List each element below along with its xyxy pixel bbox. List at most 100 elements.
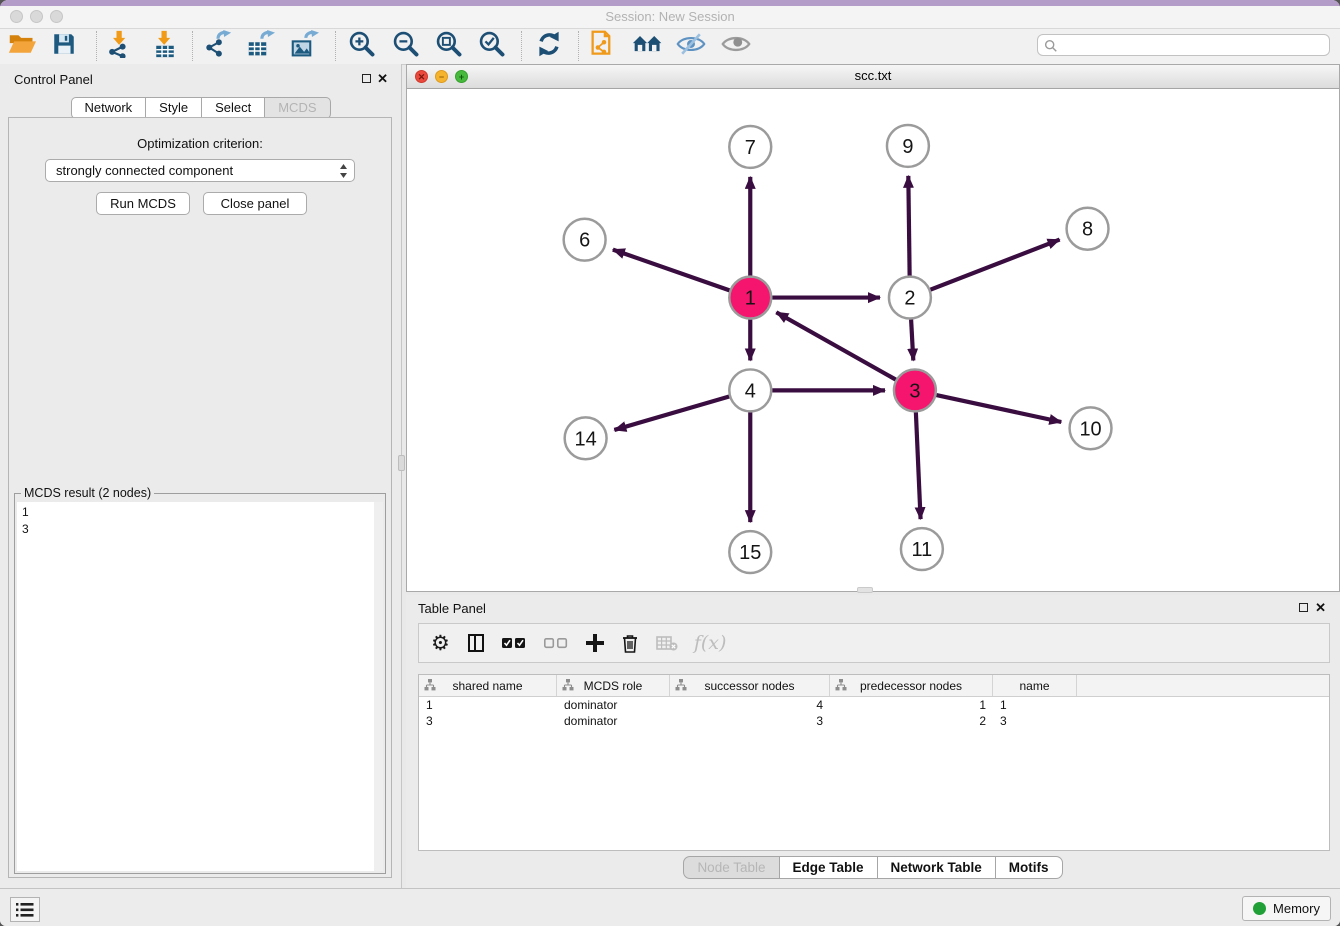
table-settings-gear-icon[interactable]: ⚙ [431,633,450,653]
export-table-icon [246,30,276,63]
tab-edge-table[interactable]: Edge Table [779,856,878,879]
graph-edge-2-8[interactable] [930,240,1059,290]
table-panel-float-icon[interactable] [1299,603,1308,612]
column-header-predecessor-nodes[interactable]: predecessor nodes [830,675,993,696]
search-input[interactable] [1062,36,1326,56]
table-cell: dominator [557,713,670,729]
houses-icon [632,32,664,61]
table-cell: 3 [993,713,1077,729]
panel-splitter-handle[interactable] [398,455,405,471]
table-panel-tabs: Node Table Edge Table Network Table Moti… [406,856,1340,879]
column-header-mcds-role[interactable]: MCDS role [557,675,670,696]
tab-mcds[interactable]: MCDS [264,97,330,119]
new-network-from-selection-button[interactable] [587,30,621,62]
graph-node-label: 4 [745,380,756,402]
control-panel-float-icon[interactable] [362,74,371,83]
mcds-result-textarea[interactable]: 1 3 [17,502,383,871]
create-column-plus-icon[interactable] [586,634,604,652]
tab-node-table[interactable]: Node Table [683,856,779,879]
tab-network-table[interactable]: Network Table [877,856,996,879]
toolbar-separator [96,31,97,61]
column-header-shared-name[interactable]: shared name [419,675,557,696]
table-toolbar: ⚙ f(x) [418,623,1330,663]
delete-table-icon-disabled [656,635,678,651]
zoom-out-icon [392,30,420,63]
export-network-button[interactable] [201,30,235,62]
control-panel-close-icon[interactable]: ✕ [377,73,388,84]
zoom-selected-button[interactable] [475,30,509,62]
table-cell: 1 [993,697,1077,713]
save-session-button[interactable] [47,30,81,62]
open-session-button[interactable] [5,30,39,62]
first-neighbors-button[interactable] [631,30,665,62]
column-type-icon [424,679,436,694]
search-box[interactable] [1037,34,1330,56]
graph-edge-1-6[interactable] [613,250,730,291]
close-panel-button[interactable]: Close panel [203,192,307,215]
result-scrollbar[interactable] [374,502,383,871]
hide-selected-button[interactable] [674,30,708,62]
result-line: 3 [22,521,378,538]
export-network-icon [204,30,232,63]
tab-motifs[interactable]: Motifs [995,856,1063,879]
deselect-all-columns-icon[interactable] [544,637,568,649]
zoom-fit-button[interactable] [432,30,466,62]
graph-node-label: 7 [745,137,756,159]
control-panel: Control Panel ✕ Network Style Select MCD… [0,64,402,888]
column-header-successor-nodes[interactable]: successor nodes [670,675,830,696]
graph-edge-3-11[interactable] [916,412,921,519]
eye-icon [721,33,751,60]
list-icon [16,903,34,917]
toolbar-separator [578,31,579,61]
tab-style[interactable]: Style [145,97,202,119]
table-row[interactable]: 3dominator323 [419,713,1329,729]
import-table-button[interactable] [148,30,182,62]
dropdown-selected-value: strongly connected component [56,160,233,181]
table-cell: 3 [670,713,830,729]
zoom-in-icon [348,30,376,63]
table-cell: 4 [670,697,830,713]
graph-edge-2-3[interactable] [911,320,913,361]
table-panel-title: Table Panel [418,601,486,616]
table-panel-close-icon[interactable]: ✕ [1315,602,1326,613]
refresh-icon [535,30,563,63]
select-all-columns-icon[interactable] [502,637,526,649]
table-row[interactable]: 1dominator411 [419,697,1329,713]
graph-edge-4-14[interactable] [614,397,729,430]
toolbar-separator [192,31,193,61]
run-mcds-button[interactable]: Run MCDS [96,192,190,215]
mcds-result-title: MCDS result (2 nodes) [21,486,154,500]
column-type-icon [835,679,847,694]
delete-column-trash-icon[interactable] [622,634,638,653]
column-header-name[interactable]: name [993,675,1077,696]
graph-edge-2-9[interactable] [908,176,909,276]
import-network-icon [106,30,134,63]
column-label: successor nodes [704,679,794,693]
table-cell: dominator [557,697,670,713]
graph-edge-3-10[interactable] [936,395,1061,422]
export-image-icon [290,30,320,63]
zoom-out-button[interactable] [389,30,423,62]
graph-edge-3-1[interactable] [776,312,895,379]
optimization-criterion-dropdown[interactable]: strongly connected component [45,159,355,182]
zoom-in-button[interactable] [345,30,379,62]
export-table-button[interactable] [244,30,278,62]
network-canvas[interactable]: 7968124314101511 [407,89,1339,591]
show-all-button[interactable] [719,30,753,62]
task-history-button[interactable] [10,897,40,922]
result-line: 1 [22,504,378,521]
column-label: name [1019,679,1049,693]
memory-button[interactable]: Memory [1242,896,1331,921]
network-window-titlebar[interactable]: ✕ − + scc.txt [407,65,1339,89]
tab-select[interactable]: Select [201,97,265,119]
import-network-button[interactable] [103,30,137,62]
horizontal-splitter-handle[interactable] [857,587,873,593]
show-columns-icon[interactable] [468,634,484,652]
table-cell: 2 [830,713,993,729]
optimization-criterion-label: Optimization criterion: [9,136,391,151]
apply-layout-button[interactable] [532,30,566,62]
network-graph[interactable]: 7968124314101511 [407,89,1339,591]
tab-network[interactable]: Network [70,97,146,119]
export-image-button[interactable] [288,30,322,62]
toolbar-separator [335,31,336,61]
